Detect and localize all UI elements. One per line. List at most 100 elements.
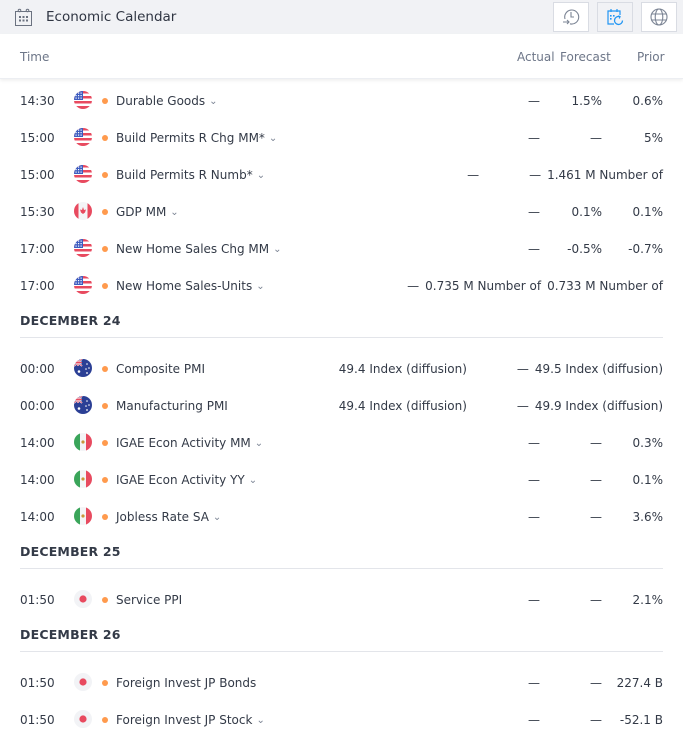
event-values: — — 5% — [494, 131, 663, 145]
event-values: — 0.735 M Number of 0.733 M Number of — [373, 279, 663, 293]
event-name[interactable]: Service PPI — [116, 593, 182, 607]
event-name-label: IGAE Econ Activity YY — [116, 473, 245, 487]
us-flag-icon — [74, 128, 92, 146]
event-row[interactable]: 01:50 Service PPI — — 2.1% — [0, 582, 683, 618]
japan-flag-icon — [74, 710, 92, 728]
column-forecast: Forecast — [560, 50, 611, 64]
actual-value: — — [528, 242, 540, 256]
event-name[interactable]: Build Permits R Numb* ⌄ — [116, 168, 265, 182]
event-name-label: New Home Sales Chg MM — [116, 242, 270, 256]
event-name[interactable]: New Home Sales Chg MM ⌄ — [116, 242, 282, 256]
chevron-down-icon[interactable]: ⌄ — [170, 207, 178, 218]
history-icon — [563, 9, 580, 25]
event-time: 15:30 — [20, 205, 55, 219]
event-name[interactable]: Foreign Invest JP Stock ⌄ — [116, 713, 265, 727]
event-name[interactable]: GDP MM ⌄ — [116, 205, 179, 219]
prior-value: 5% — [643, 131, 663, 145]
event-name-label: IGAE Econ Activity MM — [116, 436, 251, 450]
chevron-down-icon[interactable]: ⌄ — [269, 133, 277, 144]
event-row[interactable]: 01:50 Foreign Invest JP Bonds — — 227.4 B — [0, 665, 683, 701]
importance-dot-icon — [102, 440, 108, 446]
event-row[interactable]: 14:00 IGAE Econ Activity MM ⌄ — — 0.3% — [0, 425, 683, 461]
event-time: 15:00 — [20, 168, 55, 182]
event-name-label: Build Permits R Numb* — [116, 168, 253, 182]
chevron-down-icon[interactable]: ⌄ — [256, 281, 264, 292]
forecast-value: 0.1% — [571, 205, 603, 219]
event-name-label: Jobless Rate SA — [116, 510, 209, 524]
event-values: 49.4 Index (diffusion) — 49.9 Index (diffu… — [333, 399, 663, 413]
event-row[interactable]: 17:00 New Home Sales Chg MM ⌄ — -0.5% -0.7% — [0, 231, 683, 267]
importance-dot-icon — [102, 135, 108, 141]
event-values: — — 0.1% — [494, 473, 663, 487]
event-name[interactable]: New Home Sales-Units ⌄ — [116, 279, 265, 293]
canada-flag-icon — [74, 202, 92, 220]
event-row[interactable]: 14:00 IGAE Econ Activity YY ⌄ — — 0.1% — [0, 462, 683, 498]
japan-flag-icon — [74, 590, 92, 608]
event-row[interactable]: 00:00 Composite PMI 49.4 Index (diffusion)… — [0, 351, 683, 387]
event-row[interactable]: 15:00 Build Permits R Chg MM* ⌄ — — 5% — [0, 120, 683, 156]
event-row[interactable]: 01:50 Foreign Invest JP Stock ⌄ — — -52.1 B — [0, 702, 683, 738]
chevron-down-icon[interactable]: ⌄ — [213, 512, 221, 523]
mexico-flag-icon — [74, 470, 92, 488]
event-name[interactable]: IGAE Econ Activity YY ⌄ — [116, 473, 257, 487]
event-values: — — 2.1% — [494, 593, 663, 607]
event-name-label: Service PPI — [116, 593, 183, 607]
mexico-flag-icon — [74, 507, 92, 525]
event-name[interactable]: IGAE Econ Activity MM ⌄ — [116, 436, 263, 450]
prior-value: 3.6% — [632, 510, 664, 524]
prior-value: -0.7% — [628, 242, 663, 256]
calendar-refresh-button[interactable] — [597, 2, 633, 32]
event-row[interactable]: 00:00 Manufacturing PMI 49.4 Index (diffus… — [0, 388, 683, 424]
prior-value: 0.6% — [632, 94, 664, 108]
event-name[interactable]: Foreign Invest JP Bonds — [116, 676, 256, 690]
prior-value: 0.733 M Number of — [547, 279, 663, 293]
actual-value: — — [528, 436, 540, 450]
prior-value: 2.1% — [632, 593, 664, 607]
forecast-value: — — [590, 473, 602, 487]
chevron-down-icon[interactable]: ⌄ — [257, 170, 265, 181]
event-row[interactable]: 15:00 Build Permits R Numb* ⌄ — — 1.461 M Num… — [0, 157, 683, 193]
australia-flag-icon — [74, 359, 92, 377]
calendar-refresh-icon — [607, 9, 624, 26]
actual-value: — — [528, 593, 540, 607]
chevron-down-icon[interactable]: ⌄ — [255, 438, 263, 449]
event-name[interactable]: Jobless Rate SA ⌄ — [116, 510, 221, 524]
event-name-label: Foreign Invest JP Stock — [116, 713, 253, 727]
event-row[interactable]: 17:00 New Home Sales-Units ⌄ — 0.735 M Numbe… — [0, 268, 683, 304]
event-time: 17:00 — [20, 279, 55, 293]
event-name[interactable]: Durable Goods ⌄ — [116, 94, 218, 108]
importance-dot-icon — [102, 680, 108, 686]
history-button[interactable] — [553, 2, 589, 32]
prior-value: 49.5 Index (diffusion) — [534, 362, 663, 376]
importance-dot-icon — [102, 283, 108, 289]
importance-dot-icon — [102, 717, 108, 723]
chevron-down-icon[interactable]: ⌄ — [249, 475, 257, 486]
event-row[interactable]: 14:00 Jobless Rate SA ⌄ — — 3.6% — [0, 499, 683, 535]
forecast-value: — — [590, 510, 602, 524]
chevron-down-icon[interactable]: ⌄ — [273, 244, 281, 255]
globe-button[interactable] — [641, 2, 677, 32]
event-name[interactable]: Composite PMI — [116, 362, 205, 376]
event-time: 14:00 — [20, 510, 55, 524]
actual-value: — — [528, 205, 540, 219]
globe-icon — [650, 8, 668, 26]
event-row[interactable]: 15:30 GDP MM ⌄ — 0.1% 0.1% — [0, 194, 683, 230]
actual-value: — — [528, 94, 540, 108]
event-name[interactable]: Manufacturing PMI — [116, 399, 228, 413]
event-values: — — 3.6% — [494, 510, 663, 524]
forecast-value: — — [590, 131, 602, 145]
event-row[interactable]: 14:30 Durable Goods ⌄ — 1.5% 0.6% — [0, 83, 683, 119]
actual-value: 49.4 Index (diffusion) — [338, 362, 467, 376]
actual-value: — — [528, 131, 540, 145]
chevron-down-icon[interactable]: ⌄ — [209, 96, 217, 107]
importance-dot-icon — [102, 246, 108, 252]
actual-value: — — [528, 713, 540, 727]
event-name-label: Composite PMI — [116, 362, 205, 376]
chevron-down-icon[interactable]: ⌄ — [256, 715, 264, 726]
page-title: Economic Calendar — [46, 9, 177, 25]
forecast-value: 0.735 M Number of — [425, 279, 542, 293]
forecast-value: 1.5% — [571, 94, 603, 108]
event-name[interactable]: Build Permits R Chg MM* ⌄ — [116, 131, 277, 145]
event-time: 01:50 — [20, 713, 55, 727]
forecast-value: — — [516, 362, 529, 376]
